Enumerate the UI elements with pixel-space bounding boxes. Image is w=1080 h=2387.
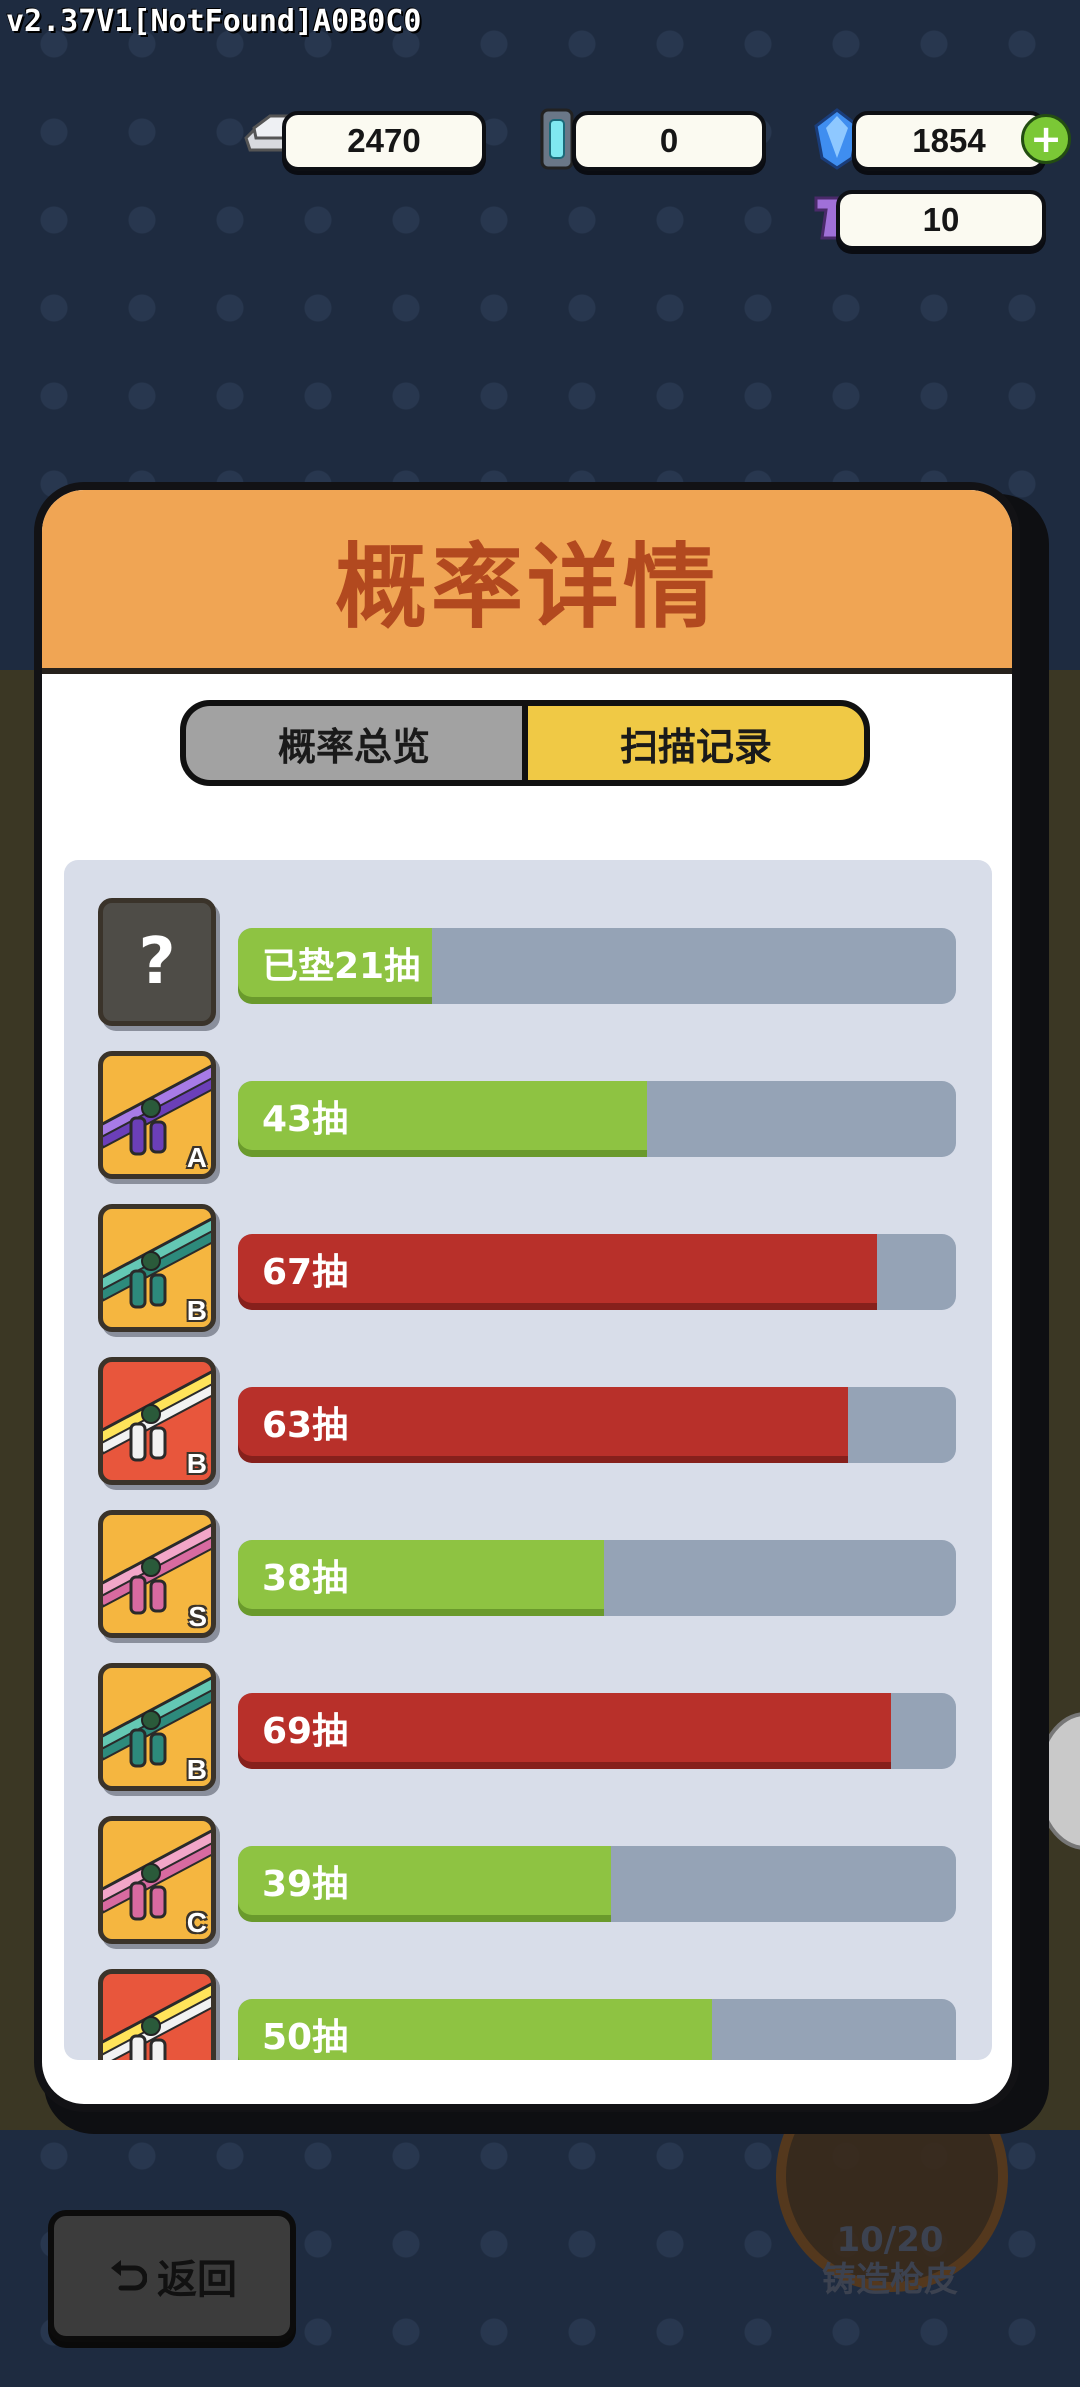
pull-count-label: 67抽: [262, 1252, 349, 1293]
grade-badge: B: [186, 1295, 207, 1326]
record-row: C 39抽: [64, 1816, 992, 1956]
probability-modal: 概率详情 概率总览 扫描记录 ? 已垫21抽 A 43抽 B 67抽 B 63抽 S 38抽 B 69…: [34, 482, 1020, 2112]
tab-probability-overview[interactable]: 概率总览: [186, 706, 528, 780]
question-mark: ?: [138, 925, 176, 999]
pistol-counter: 10: [836, 190, 1046, 250]
grade-badge: S: [188, 1601, 207, 1632]
pull-count-label: 69抽: [262, 1711, 349, 1752]
question-icon[interactable]: ?: [98, 898, 216, 1026]
capsule-counter: 0: [572, 111, 766, 171]
teal-rifle-icon[interactable]: B: [98, 1204, 216, 1332]
pull-count-label: 43抽: [262, 1099, 349, 1140]
white-rifle-icon[interactable]: [98, 1969, 216, 2060]
back-button[interactable]: 返回: [48, 2210, 296, 2342]
tab-bar: 概率总览 扫描记录: [180, 700, 870, 786]
silver-value: 2470: [347, 122, 421, 159]
pink-rifle-icon[interactable]: S: [98, 1510, 216, 1638]
modal-title: 概率详情: [334, 533, 719, 641]
version-label: v2.37V1[NotFound]A0B0C0: [6, 4, 422, 39]
pistol-value: 10: [922, 201, 960, 238]
pull-count-label: 39抽: [262, 1864, 349, 1905]
capsule-value: 0: [659, 122, 679, 159]
record-row: B 67抽: [64, 1204, 992, 1344]
record-row: ? 已垫21抽: [64, 898, 992, 1038]
pull-progress-bar: 43抽: [238, 1081, 956, 1157]
back-label: 返回: [157, 2257, 237, 2303]
pull-progress-bar: 39抽: [238, 1846, 956, 1922]
record-row: B 69抽: [64, 1663, 992, 1803]
grade-badge: B: [186, 1754, 207, 1785]
add-gem-button[interactable]: +: [1021, 114, 1071, 164]
pull-count-label: 50抽: [262, 2017, 349, 2058]
silver-counter: 2470: [282, 111, 486, 171]
record-row: S 38抽: [64, 1510, 992, 1650]
pull-progress-bar: 63抽: [238, 1387, 956, 1463]
scan-record-list[interactable]: ? 已垫21抽 A 43抽 B 67抽 B 63抽 S 38抽 B 69抽 C 39抽 50抽: [64, 860, 992, 2060]
pull-progress-bar: 69抽: [238, 1693, 956, 1769]
record-row: A 43抽: [64, 1051, 992, 1191]
pull-count-label: 已垫21抽: [262, 946, 421, 987]
purple-rifle-icon[interactable]: A: [98, 1051, 216, 1179]
grade-badge: A: [186, 1142, 207, 1173]
record-row: B 63抽: [64, 1357, 992, 1497]
gem-value: 1854: [912, 122, 986, 159]
grade-badge: B: [186, 1448, 207, 1479]
tab-scan-records[interactable]: 扫描记录: [528, 706, 864, 780]
forge-label: 10/20 铸造枪皮: [760, 2220, 1020, 2300]
record-row: 50抽: [64, 1969, 992, 2060]
forge-progress: 10/20: [836, 2220, 944, 2260]
pull-progress-bar: 已垫21抽: [238, 928, 956, 1004]
grade-badge: C: [186, 1907, 207, 1938]
gem-counter: 1854: [852, 111, 1046, 171]
teal-rifle-icon[interactable]: B: [98, 1663, 216, 1791]
white-rifle-icon[interactable]: B: [98, 1357, 216, 1485]
pull-progress-bar: 50抽: [238, 1999, 956, 2060]
pull-progress-bar: 38抽: [238, 1540, 956, 1616]
modal-header: 概率详情: [42, 490, 1012, 674]
pull-progress-bar: 67抽: [238, 1234, 956, 1310]
return-arrow-icon: [111, 2260, 147, 2291]
pink-rifle-icon[interactable]: C: [98, 1816, 216, 1944]
pull-count-label: 63抽: [262, 1405, 349, 1446]
pull-count-label: 38抽: [262, 1558, 349, 1599]
forge-title: 铸造枪皮: [822, 2260, 958, 2300]
